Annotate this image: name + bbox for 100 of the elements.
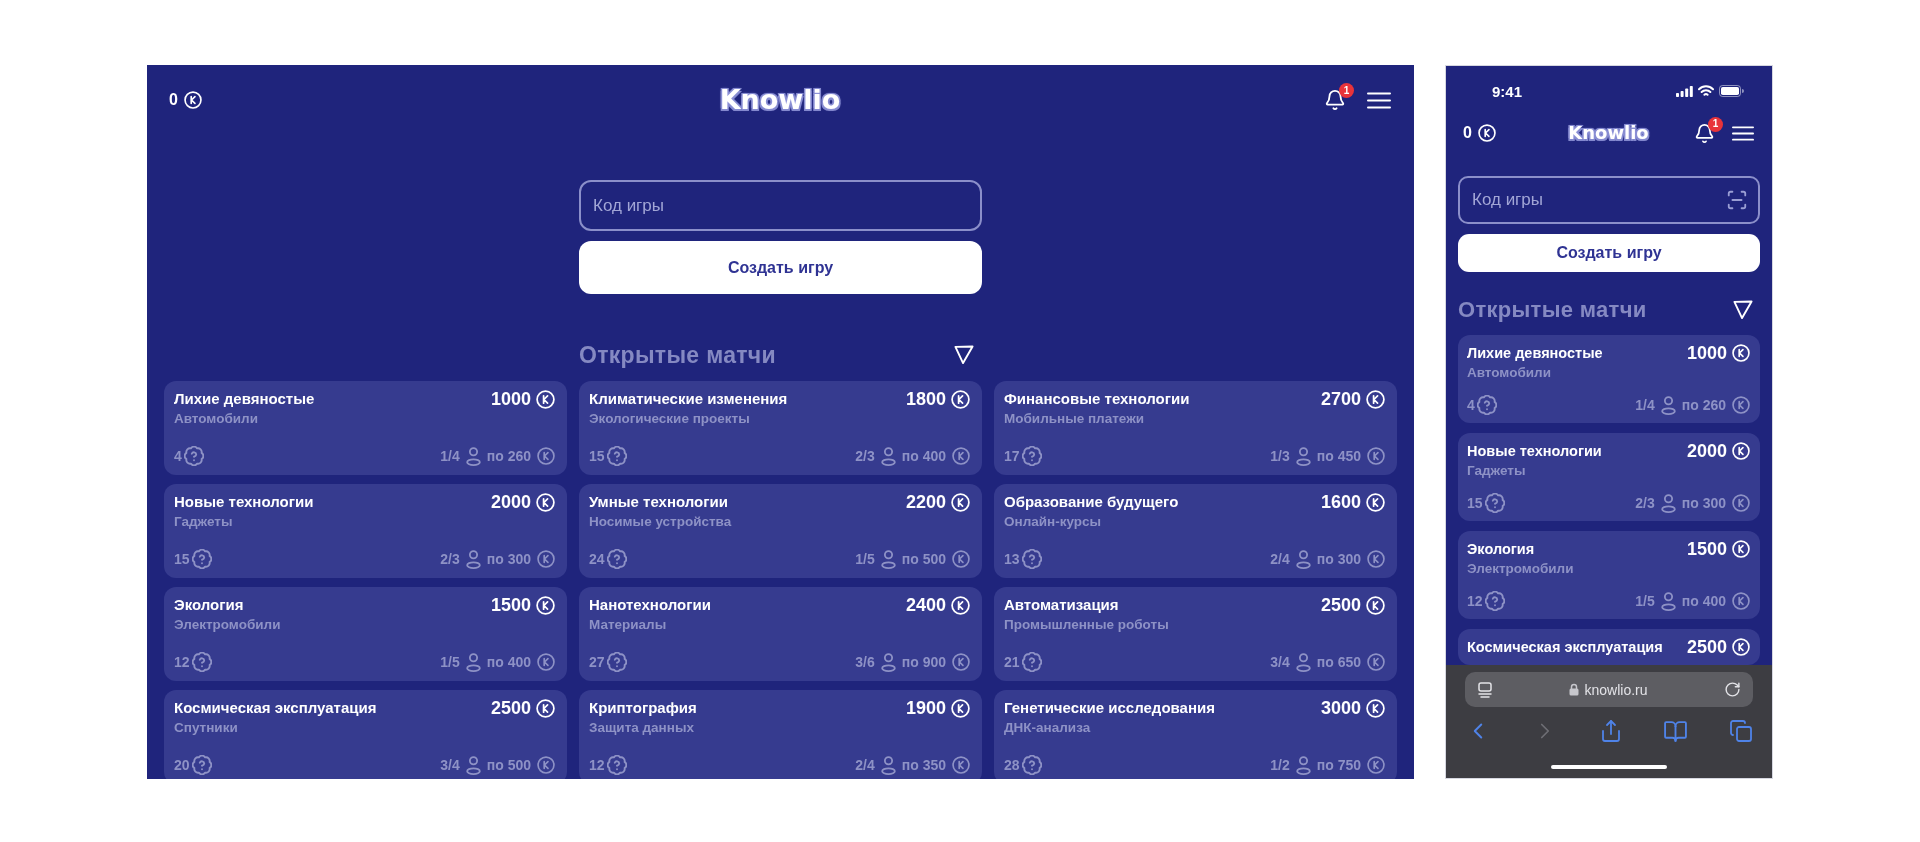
prize-amount: 2000 [1686,441,1727,461]
player-count: 2/3 [440,552,460,566]
match-card[interactable]: Криптография 1900 Защита данных 12 2/4 по 350 [579,690,982,779]
coin-icon [1732,540,1750,558]
menu-icon[interactable] [1367,91,1391,109]
user-icon [1660,591,1676,611]
match-title: Космическая эксплуатация [1467,638,1663,656]
url-text: knowlio.ru [1584,681,1648,698]
match-card[interactable]: Автоматизация 2500 Промышленные роботы 21 3/4 по 650 [994,587,1397,681]
address-bar[interactable]: knowlio.ru [1465,672,1753,707]
match-card[interactable]: Экология 1500 Электромобили 12 1/5 по 400 [1458,531,1760,619]
match-title: Лихие девяностые [1467,344,1603,362]
lock-icon [1569,683,1580,696]
match-card[interactable]: Космическая эксплуатация 2500 [1458,629,1760,665]
match-category: Защита данных [589,720,695,736]
match-title: Лихие девяностые [174,390,315,408]
match-category: Экологические проекты [589,411,751,427]
match-card[interactable]: Финансовые технологии 2700 Мобильные платежи 17 1/3 по 450 [994,381,1397,475]
coin-icon [1366,492,1385,512]
prize-amount: 1800 [905,389,946,409]
filter-icon[interactable] [954,345,974,365]
coin-icon [951,492,970,512]
user-icon [1660,395,1676,415]
question-badge-icon [606,755,627,775]
stake-amount: по 300 [1681,496,1726,510]
coin-icon [1732,638,1750,656]
player-count: 1/3 [1270,449,1290,463]
question-count: 28 [1004,758,1020,772]
match-category: Носимые устройства [589,514,733,530]
match-category: Мобильные платежи [1004,411,1145,427]
match-card[interactable]: Лихие девяностые 1000 Автомобили 4 1/4 по 260 [1458,335,1760,423]
match-title: Космическая эксплуатация [174,699,377,717]
match-card[interactable]: Новые технологии 2000 Гаджеты 15 2/3 по 300 [164,484,567,578]
coin-icon [1732,344,1750,362]
player-count: 3/6 [855,655,875,669]
user-icon [465,446,481,466]
player-count: 2/4 [1270,552,1290,566]
question-badge-icon [1476,395,1497,415]
question-count: 12 [174,655,190,669]
logo[interactable]: Knowlio [719,83,841,117]
question-count: 15 [589,449,605,463]
coin-icon [537,756,555,774]
stake-amount: по 350 [901,758,946,772]
match-category: Спутники [174,720,239,736]
match-card[interactable]: Климатические изменения 1800 Экологические проекты 15 2/3 по 400 [579,381,982,475]
user-icon [1295,446,1311,466]
reload-icon[interactable] [1724,681,1741,698]
scan-icon[interactable] [1726,189,1748,211]
stake-amount: по 750 [1316,758,1361,772]
user-icon [880,446,896,466]
game-code-field[interactable]: Код игры [1458,176,1760,224]
coin-icon [537,447,555,465]
stake-amount: по 300 [1316,552,1361,566]
match-card[interactable]: Новые технологии 2000 Гаджеты 15 2/3 по 300 [1458,433,1760,521]
menu-icon[interactable] [1732,125,1754,141]
user-icon [880,755,896,775]
game-code-field[interactable]: Код игры [579,180,982,231]
coin-icon [1367,550,1385,568]
create-game-button[interactable]: Создать игру [579,241,982,294]
match-card[interactable]: Генетические исследования 3000 ДНК-анализа 28 1/2 по 750 [994,690,1397,779]
coin-icon [1367,653,1385,671]
balance-amount: 0 [1463,125,1472,141]
prize-amount: 2700 [1320,389,1361,409]
match-card[interactable]: Лихие девяностые 1000 Автомобили 4 1/4 по 260 [164,381,567,475]
logo[interactable]: Knowlio [1568,122,1649,144]
match-card[interactable]: Космическая эксплуатация 2500 Спутники 20 3/4 по 500 [164,690,567,779]
prize-amount: 1000 [490,389,531,409]
book-icon[interactable] [1663,718,1689,744]
prize-amount: 2200 [905,492,946,512]
match-card[interactable]: Образование будущего 1600 Онлайн-курсы 13 2/4 по 300 [994,484,1397,578]
create-game-button[interactable]: Создать игру [1458,234,1760,272]
match-title: Финансовые технологии [1004,390,1190,408]
match-card[interactable]: Умные технологии 2200 Носимые устройства 24 1/5 по 500 [579,484,982,578]
stake-amount: по 650 [1316,655,1361,669]
match-card[interactable]: Нанотехнологии 2400 Материалы 27 3/6 по 900 [579,587,982,681]
question-count: 24 [589,552,605,566]
coin-icon [1367,447,1385,465]
match-card[interactable]: Экология 1500 Электромобили 12 1/5 по 400 [164,587,567,681]
battery-icon [1719,85,1744,97]
bell-icon[interactable] [1694,122,1715,144]
prize-amount: 2500 [490,698,531,718]
coin-icon [1366,698,1385,718]
user-icon [1295,549,1311,569]
coin-icon [536,492,555,512]
player-count: 1/2 [1270,758,1290,772]
coin-icon [951,389,970,409]
match-category: Материалы [589,617,668,633]
coin-icon [1367,756,1385,774]
bell-icon[interactable] [1324,89,1346,111]
prize-amount: 1600 [1320,492,1361,512]
stake-amount: по 260 [1681,398,1726,412]
page-menu-icon[interactable] [1477,681,1493,698]
question-count: 12 [1467,594,1483,608]
coin-icon [1732,396,1750,414]
coin-icon [1732,592,1750,610]
match-category: Электромобили [1467,561,1575,577]
coin-icon [952,653,970,671]
filter-icon[interactable] [1733,300,1753,320]
tabs-icon[interactable] [1729,719,1753,743]
user-icon [880,652,896,672]
